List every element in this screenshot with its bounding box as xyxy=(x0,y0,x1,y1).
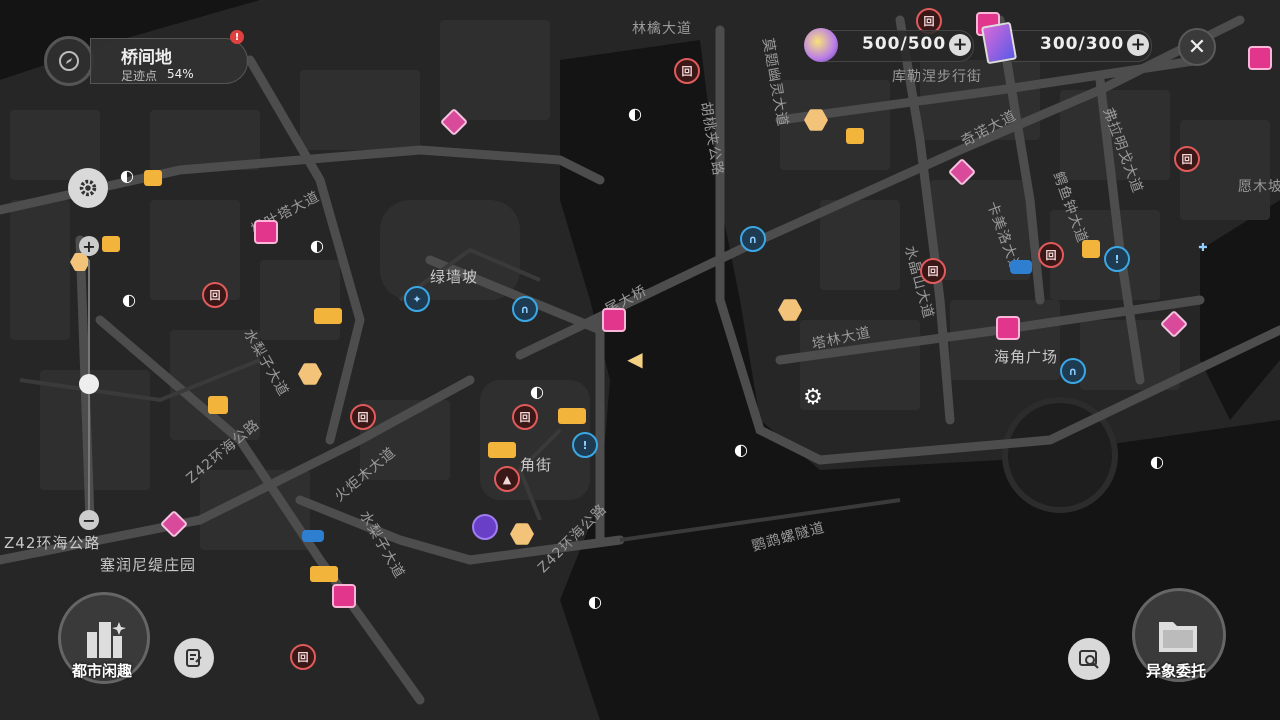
add-card-button[interactable]: + xyxy=(1127,34,1149,56)
map-marker-event[interactable] xyxy=(996,316,1020,340)
map-marker-vehicle[interactable] xyxy=(302,530,324,542)
area-name: 桥间地 xyxy=(121,48,172,68)
map-marker-shop[interactable]: 回 xyxy=(920,258,946,284)
map-marker-vehicle[interactable] xyxy=(1010,260,1032,274)
map-marker-gate[interactable]: ∩ xyxy=(740,226,766,252)
map-marker-shop[interactable]: 回 xyxy=(290,644,316,670)
map-marker-home[interactable] xyxy=(144,170,162,186)
map-marker-home[interactable] xyxy=(846,128,864,144)
map-marker-npc[interactable]: ◐ xyxy=(732,440,750,459)
player-marker: ◀ xyxy=(627,347,643,371)
zoom-slider[interactable]: + − xyxy=(76,236,102,532)
folder-icon xyxy=(1159,622,1197,652)
map-marker-event[interactable] xyxy=(254,220,278,244)
street-label: 绿墙坡 xyxy=(430,268,479,286)
map-marker-info[interactable]: ! xyxy=(572,432,598,458)
map-marker-npc[interactable]: ◐ xyxy=(1148,452,1166,471)
map-marker-npc[interactable]: ◐ xyxy=(626,104,644,123)
area-panel[interactable]: 桥间地 足迹点 54% ! xyxy=(44,30,249,88)
street-label: Z42环海公路 xyxy=(4,534,101,552)
map-marker-supply[interactable] xyxy=(488,442,516,458)
card-value: 300/300 xyxy=(1040,34,1125,54)
gear-icon[interactable] xyxy=(68,168,108,208)
map-marker-event[interactable] xyxy=(332,584,356,608)
map-marker-orb[interactable] xyxy=(472,514,498,540)
map-marker-shop[interactable]: 回 xyxy=(512,404,538,430)
add-energy-button[interactable]: + xyxy=(949,34,971,56)
map-search-icon[interactable] xyxy=(1068,638,1110,680)
map-marker-character[interactable]: ◐ xyxy=(528,382,546,401)
card-stack-icon xyxy=(980,21,1018,65)
street-label: 愿木坡 xyxy=(1238,179,1280,195)
map-marker-home[interactable] xyxy=(102,236,120,252)
footprint-label: 足迹点 xyxy=(121,69,158,83)
area-info-pill: 桥间地 足迹点 54% xyxy=(90,38,248,84)
minus-icon[interactable]: − xyxy=(79,510,99,530)
map-marker-shop[interactable]: 回 xyxy=(1038,242,1064,268)
street-label: 塞润尼缇庄园 xyxy=(100,556,197,574)
plus-icon[interactable]: + xyxy=(79,236,99,256)
map-marker-bank[interactable] xyxy=(1082,240,1100,258)
energy-value: 500/500 xyxy=(862,34,947,54)
map-marker-gate[interactable]: ∩ xyxy=(512,296,538,322)
map-marker-gate[interactable]: ∩ xyxy=(1060,358,1086,384)
map-marker-building[interactable] xyxy=(208,396,228,414)
street-label: 角街 xyxy=(520,456,553,474)
map-marker-supply[interactable] xyxy=(314,308,342,324)
map-marker-hollow[interactable]: ⚙ xyxy=(798,382,828,412)
city-buildings-icon xyxy=(87,622,126,658)
footprint-value: 54% xyxy=(167,67,194,81)
street-label: 海角广场 xyxy=(994,348,1059,366)
map-marker-puzzle[interactable]: ✦ xyxy=(404,286,430,312)
map-marker-shop[interactable]: 回 xyxy=(350,404,376,430)
anomaly-commission-label: 异象委托 xyxy=(1146,662,1207,680)
map-marker-character[interactable]: ◐ xyxy=(120,290,138,309)
map-marker-npc[interactable]: ◐ xyxy=(586,592,604,611)
map-marker-rocket[interactable]: ▲ xyxy=(494,466,520,492)
zoom-handle[interactable] xyxy=(79,374,99,394)
city-fun-label: 都市闲趣 xyxy=(72,662,133,680)
map-marker-shop[interactable]: 回 xyxy=(674,58,700,84)
street-label: 库勒涅步行街 xyxy=(892,69,982,85)
map-marker-event[interactable] xyxy=(1248,46,1272,70)
street-label: 林檎大道 xyxy=(632,21,692,37)
map-marker-character[interactable]: ◐ xyxy=(118,166,136,185)
map-marker-npc[interactable]: ◐ xyxy=(308,236,326,255)
close-icon[interactable]: ✕ xyxy=(1178,28,1216,66)
map-marker-shop[interactable]: 回 xyxy=(1174,146,1200,172)
map-marker-repair[interactable]: ✚ xyxy=(1190,234,1216,260)
map-marker-info[interactable]: ! xyxy=(1104,246,1130,272)
alert-icon: ! xyxy=(230,30,244,44)
notes-icon[interactable] xyxy=(174,638,214,678)
map-marker-supply[interactable] xyxy=(558,408,586,424)
map-marker-supply[interactable] xyxy=(310,566,338,582)
map-marker-event[interactable] xyxy=(602,308,626,332)
map-marker-shop[interactable]: 回 xyxy=(202,282,228,308)
energy-orb-icon xyxy=(804,28,838,62)
compass-icon[interactable] xyxy=(44,36,94,86)
